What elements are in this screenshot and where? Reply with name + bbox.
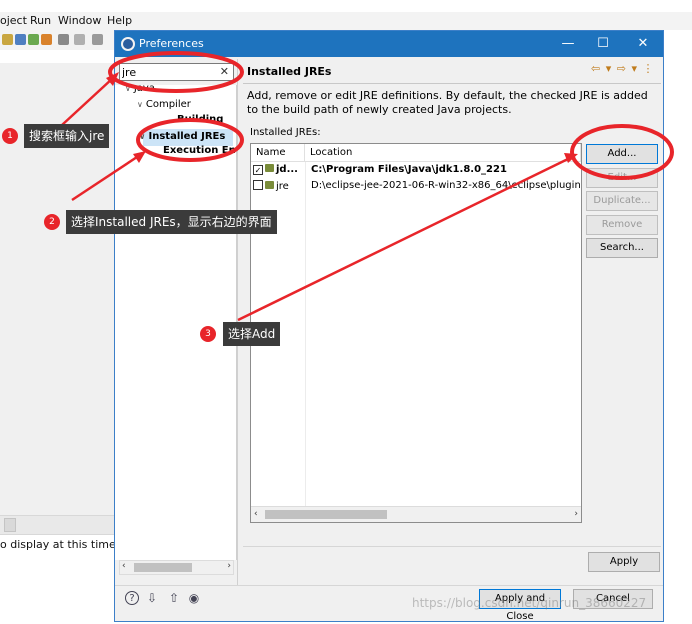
annotation-overlay [61,51,674,322]
annotation-label-2: 选择Installed JREs，显示右边的界面 [66,210,277,234]
annotation-label-1: 搜索框输入jre [24,124,110,148]
highlight-ellipse-filter [108,51,244,93]
annotation-badge-3: 3 [200,326,216,342]
highlight-ellipse-installed-jres [136,118,244,162]
annotation-badge-2: 2 [44,214,60,230]
arrow-line-1 [61,77,114,126]
annotation-badge-1: 1 [2,128,18,144]
arrow-line-3 [237,156,571,322]
highlight-ellipse-add [570,124,674,180]
annotation-label-3: 选择Add [223,322,281,346]
arrow-line-2 [71,153,141,202]
